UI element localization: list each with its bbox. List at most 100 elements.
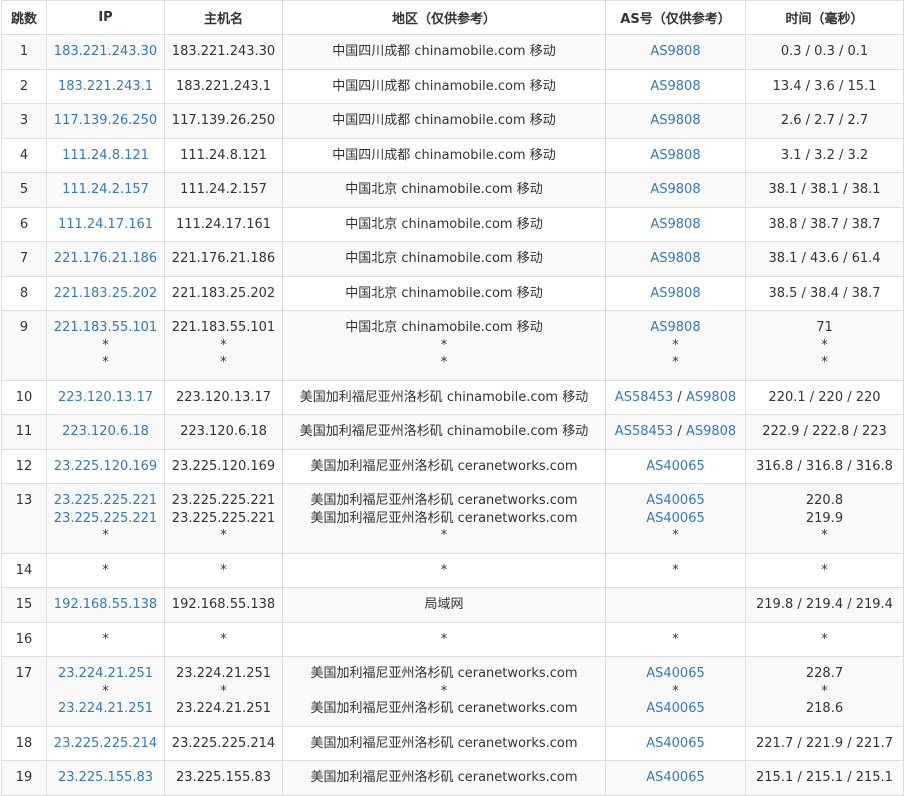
ip-link[interactable]: 23.225.155.83 (47, 769, 164, 787)
hostname-cell: 117.139.26.250 (164, 103, 283, 139)
ip-link[interactable]: 221.183.55.101 (47, 319, 164, 337)
region-cell: 中国四川成都 chinamobile.com 移动 (282, 34, 606, 70)
ip-link-cell: 111.24.8.121 (46, 137, 165, 173)
hostname-cell: 111.24.8.121 (164, 137, 283, 173)
region-cell: 中国北京 chinamobile.com 移动 (282, 275, 606, 311)
region-cell: 中国四川成都 chinamobile.com 移动 (282, 103, 606, 139)
asn-line: AS9808 (606, 319, 745, 337)
ip-link[interactable]: 221.183.25.202 (47, 285, 164, 303)
region-cell: * (282, 552, 606, 588)
hostname: 221.176.21.186 (171, 251, 276, 266)
asn-link[interactable]: AS9808 (650, 286, 700, 301)
ip-link[interactable]: 111.24.17.161 (47, 216, 164, 234)
ip-link[interactable]: 183.221.243.30 (47, 43, 164, 61)
timeout-marker: * (102, 528, 109, 543)
hostname: 221.183.25.202 (171, 285, 276, 301)
hostname: 23.225.120.169 (171, 458, 276, 474)
hop-number: 16 (1, 621, 47, 657)
asn-link[interactable]: AS40065 (646, 511, 705, 526)
asn-line: AS40065 (606, 665, 745, 683)
hostname-cell: * (164, 621, 283, 657)
col-header-asn: AS号（仅供参考） (605, 0, 746, 35)
latency-cell: 38.5 / 38.4 / 38.7 (745, 275, 904, 311)
asn-cell: AS9808 (605, 241, 746, 277)
latency-cell: 71 * * (745, 310, 904, 381)
table-row: 2 183.221.243.1 183.221.243.1 中国四川成都 chinam… (1, 68, 904, 104)
asn-link[interactable]: AS9808 (686, 424, 736, 439)
ip-link[interactable]: 23.224.21.251 (47, 665, 164, 683)
ip-link[interactable]: 192.168.55.138 (47, 596, 164, 614)
asn-cell (605, 587, 746, 623)
latency-cell: 222.9 / 222.8 / 223 (745, 414, 904, 450)
table-body: 1 183.221.243.30 183.221.243.30 中国四川成都 chin… (1, 34, 904, 796)
hostname: 183.221.243.30 (171, 44, 276, 59)
asn-link[interactable]: AS40065 (646, 701, 705, 716)
asn-link[interactable]: AS9808 (650, 113, 700, 128)
asn-link[interactable]: AS40065 (646, 459, 705, 474)
table-row: 13 23.225.225.221 23.225.225.221 * 23.225.22… (1, 483, 904, 554)
asn-link[interactable]: AS9808 (686, 390, 736, 405)
hostname: 221.183.55.101 (171, 320, 276, 335)
hostname: 23.225.225.221 (171, 510, 276, 526)
hop-number: 12 (1, 448, 47, 484)
ip-link-cell: 111.24.17.161 (46, 206, 165, 242)
ip-link-cell: 23.224.21.251 * 23.224.21.251 (46, 656, 165, 727)
ip-link[interactable]: 223.120.6.18 (47, 423, 164, 441)
table-row: 16 * * * * * (1, 621, 904, 657)
region: 美国加利福尼亚州洛杉矶 ceranetworks.com (310, 510, 578, 526)
asn-link[interactable]: AS9808 (650, 182, 700, 197)
table-row: 11 223.120.6.18 223.120.6.18 美国加利福尼亚州洛杉矶 ch… (1, 414, 904, 450)
timeout-marker: * (672, 683, 679, 699)
asn-link[interactable]: AS9808 (650, 148, 700, 163)
asn-line: * (606, 337, 745, 355)
asn-link[interactable]: AS40065 (646, 493, 705, 508)
asn-link[interactable]: AS40065 (646, 666, 705, 681)
asn-link[interactable]: AS58453 (615, 424, 674, 439)
ip-link[interactable]: 223.120.13.17 (47, 389, 164, 407)
hostname-cell: 221.183.55.101 * * (164, 310, 283, 381)
latency-cell: 2.6 / 2.7 / 2.7 (745, 103, 904, 139)
timeout-marker: * (220, 528, 227, 543)
asn-cell: AS9808 (605, 275, 746, 311)
traceroute-table: 跳数 IP 主机名 地区（仅供参考） AS号（仅供参考） 时间（毫秒） 1 183… (1, 0, 904, 796)
asn-link[interactable]: AS9808 (650, 217, 700, 232)
hostname-cell: 223.120.6.18 (164, 414, 283, 450)
ip-link[interactable]: 111.24.8.121 (47, 147, 164, 165)
table-row: 18 23.225.225.214 23.225.225.214 美国加利福尼亚州洛杉… (1, 725, 904, 761)
ip-link[interactable]: 23.225.225.221 (47, 510, 164, 528)
asn-link[interactable]: AS9808 (650, 251, 700, 266)
latency-cell: 220.8 219.9 * (745, 483, 904, 554)
region: 中国北京 chinamobile.com 移动 (345, 216, 543, 232)
asn-link[interactable]: AS9808 (650, 79, 700, 94)
latency-cell: * (745, 552, 904, 588)
asn-line: AS58453 / AS9808 (606, 389, 745, 407)
latency: 13.4 / 3.6 / 15.1 (772, 78, 877, 94)
timeout-marker: * (440, 355, 448, 370)
asn-line: AS9808 (606, 43, 745, 61)
asn-link[interactable]: AS40065 (646, 770, 705, 785)
asn-line: * (606, 562, 745, 580)
asn-link[interactable]: AS9808 (650, 320, 700, 335)
latency-cell: 221.7 / 221.9 / 221.7 (745, 725, 904, 761)
latency: 2.6 / 2.7 / 2.7 (780, 113, 869, 128)
ip-link[interactable]: 23.225.225.214 (47, 735, 164, 753)
table-row: 7 221.176.21.186 221.176.21.186 中国北京 chinam… (1, 241, 904, 277)
ip-link[interactable]: 23.225.225.221 (47, 492, 164, 510)
ip-link[interactable]: 111.24.2.157 (47, 181, 164, 199)
hostname-cell: 23.225.155.83 (164, 760, 283, 796)
timeout-marker: * (220, 337, 227, 353)
ip-link[interactable]: 23.224.21.251 (47, 700, 164, 718)
asn-link[interactable]: AS58453 (615, 390, 674, 405)
asn-link[interactable]: AS40065 (646, 736, 705, 751)
latency: 38.8 / 38.7 / 38.7 (768, 216, 881, 232)
ip-link[interactable]: 183.221.243.1 (47, 78, 164, 96)
ip-link[interactable]: 221.176.21.186 (47, 250, 164, 268)
ip-link-cell: 183.221.243.1 (46, 68, 165, 104)
hostname-cell: 221.183.25.202 (164, 275, 283, 311)
ip-link[interactable]: 117.139.26.250 (47, 112, 164, 130)
asn-link[interactable]: AS9808 (650, 44, 700, 59)
asn-line: AS9808 (606, 112, 745, 130)
region-cell: 美国加利福尼亚州洛杉矶 chinamobile.com 移动 (282, 379, 606, 415)
ip-link[interactable]: 23.225.120.169 (47, 458, 164, 476)
timeout-marker: * (220, 562, 227, 578)
